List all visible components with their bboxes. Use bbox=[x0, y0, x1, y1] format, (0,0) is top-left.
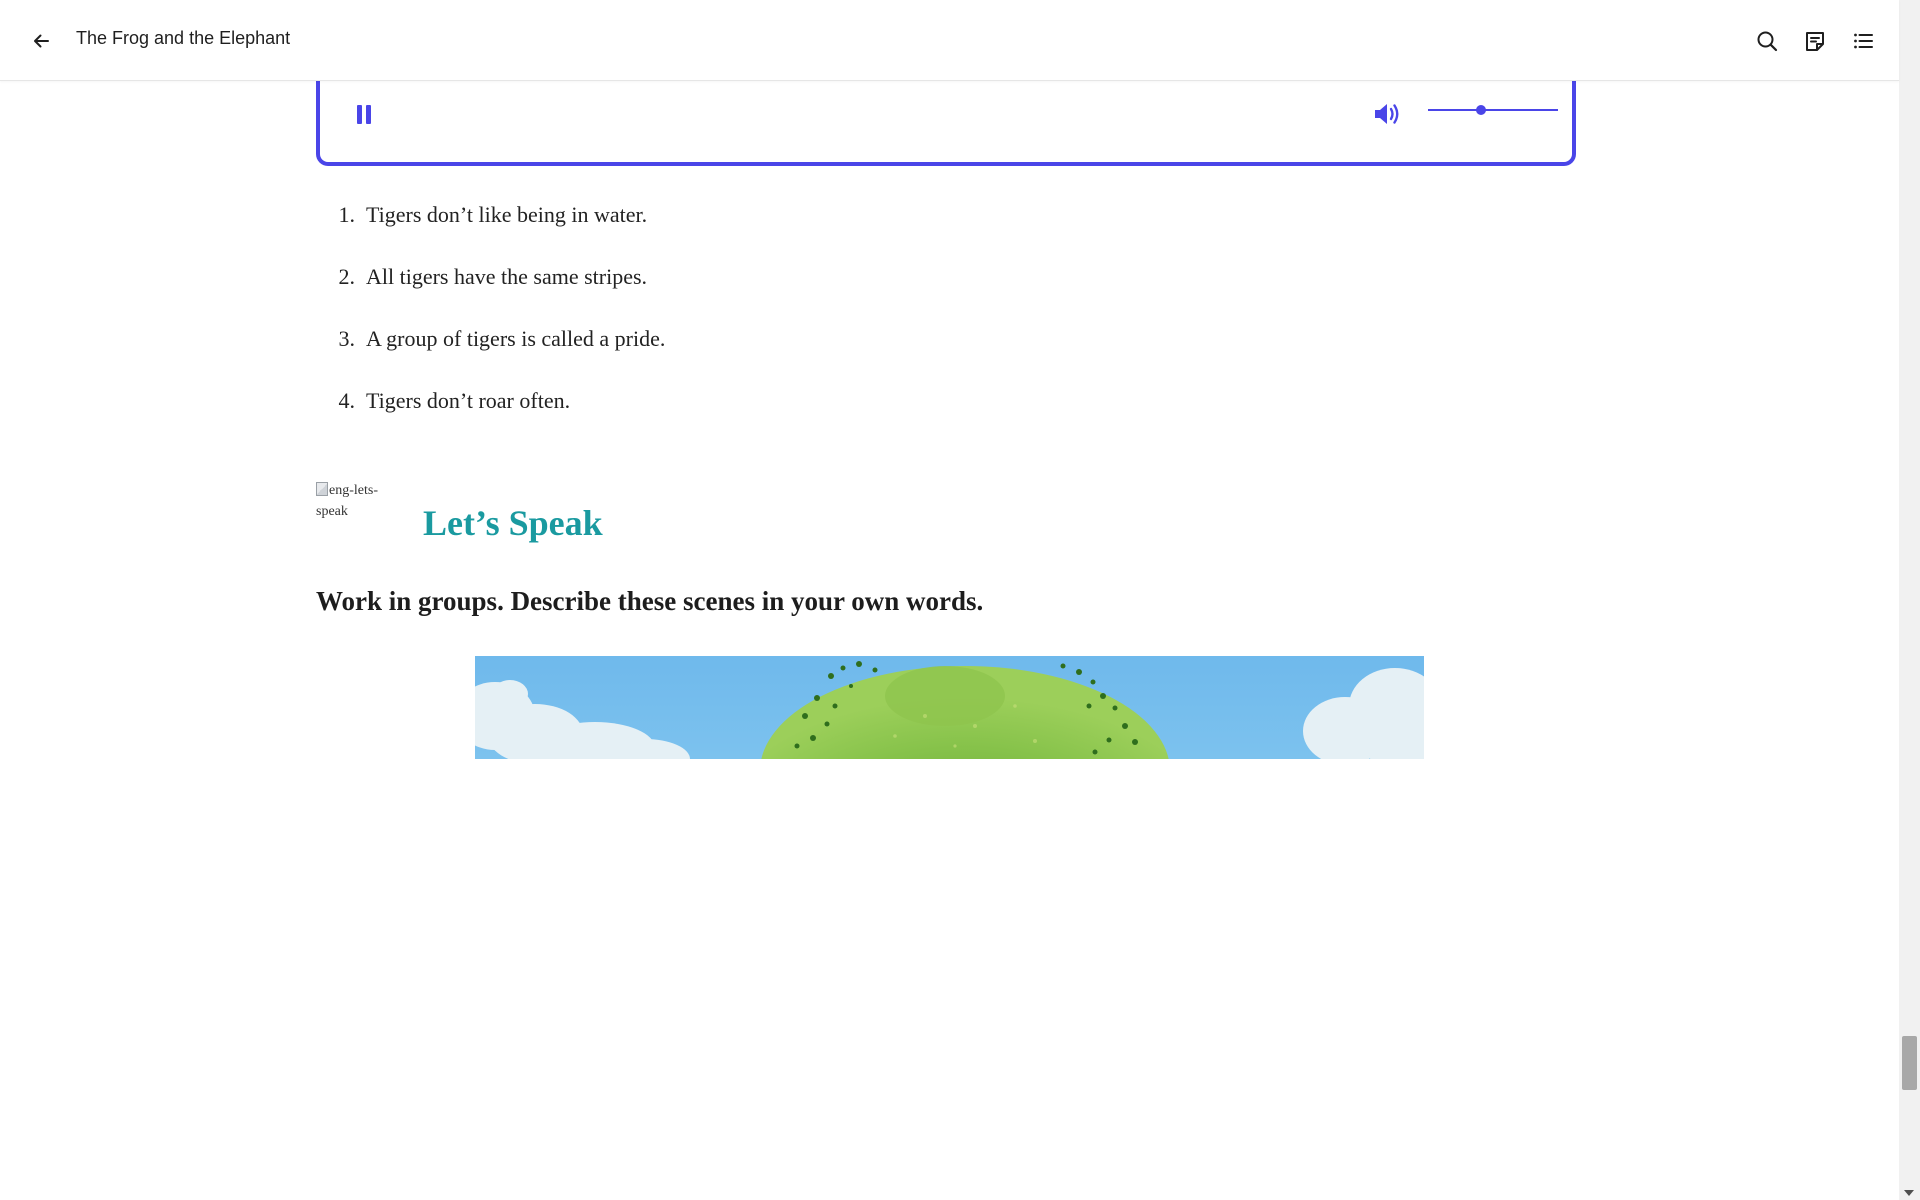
list-item-text: A group of tigers is called a pride. bbox=[366, 326, 666, 351]
list-item-number: 2. bbox=[338, 264, 356, 289]
volume-thumb[interactable] bbox=[1476, 105, 1487, 115]
volume-track bbox=[1428, 109, 1558, 111]
volume-slider[interactable] bbox=[1428, 100, 1558, 120]
scroll-down-arrow-icon[interactable] bbox=[1904, 1190, 1914, 1196]
top-app-bar: The Frog and the Elephant bbox=[0, 0, 1899, 81]
book-title: The Frog and the Elephant bbox=[76, 28, 291, 48]
table-of-contents-button[interactable] bbox=[1847, 25, 1879, 57]
list-icon bbox=[1854, 33, 1873, 49]
back-button[interactable] bbox=[26, 26, 56, 56]
list-item: 2. All tigers have the same stripes. bbox=[316, 262, 1576, 324]
pause-icon-bar bbox=[366, 104, 371, 124]
facts-list: 1. Tigers don’t like being in water. 2. … bbox=[316, 200, 1576, 448]
lets-speak-image-placeholder: eng-lets-speak bbox=[316, 480, 396, 522]
pause-button[interactable] bbox=[352, 102, 376, 126]
list-item: 3. A group of tigers is called a pride. bbox=[316, 324, 1576, 386]
lets-speak-section: eng-lets-speak Let’s Speak bbox=[316, 480, 916, 552]
scrollbar-thumb[interactable] bbox=[1902, 1036, 1917, 1090]
activity-instruction: Work in groups. Describe these scenes in… bbox=[316, 586, 984, 616]
list-item-text: All tigers have the same stripes. bbox=[366, 264, 648, 289]
volume-button[interactable] bbox=[1370, 98, 1404, 130]
section-heading: Let’s Speak bbox=[423, 503, 603, 543]
list-item: 4. Tigers don’t roar often. bbox=[316, 386, 1576, 448]
scene-illustration bbox=[475, 656, 1424, 759]
volume-icon bbox=[1375, 104, 1399, 124]
list-item-number: 1. bbox=[338, 202, 356, 227]
search-button[interactable] bbox=[1751, 25, 1783, 57]
list-item-number: 4. bbox=[338, 388, 356, 413]
pause-icon bbox=[357, 104, 362, 124]
list-item: 1. Tigers don’t like being in water. bbox=[316, 200, 1576, 262]
list-item-text: Tigers don’t like being in water. bbox=[366, 202, 648, 227]
chapter-content: 1. Tigers don’t like being in water. 2. … bbox=[316, 200, 1576, 448]
page-scrollbar[interactable] bbox=[1899, 0, 1920, 1200]
notes-icon bbox=[1806, 32, 1824, 51]
arrow-left-icon bbox=[34, 34, 49, 48]
broken-image-icon bbox=[316, 482, 328, 496]
search-icon bbox=[1757, 31, 1778, 52]
list-item-text: Tigers don’t roar often. bbox=[366, 388, 571, 413]
list-item-number: 3. bbox=[338, 326, 356, 351]
notes-button[interactable] bbox=[1799, 25, 1831, 57]
